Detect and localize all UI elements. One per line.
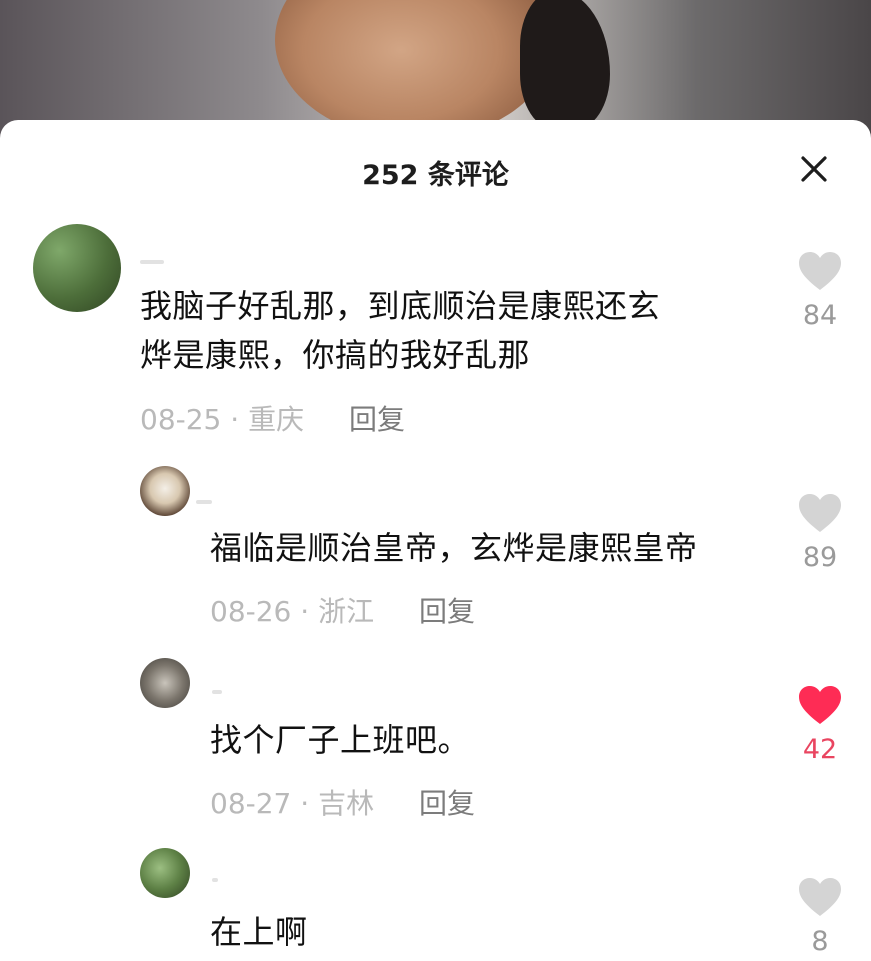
username[interactable] [140, 260, 164, 264]
meta-separator: · [300, 787, 310, 820]
reply-button[interactable]: 回复 [419, 595, 475, 628]
comment-location: 吉林 [318, 787, 375, 820]
comment-location: 重庆 [248, 403, 305, 436]
avatar[interactable] [140, 658, 190, 708]
comment-location: 浙江 [318, 595, 375, 628]
comment-text: 找个厂子上班吧。 [210, 721, 471, 759]
comment-text-line: 烨是康熙，你搞的我好乱那 [140, 336, 531, 374]
avatar[interactable] [140, 848, 190, 898]
avatar[interactable] [33, 224, 121, 312]
comment-date: 08-26 [210, 595, 292, 628]
comment-meta: 08-25 · 重庆 回复 [140, 398, 405, 438]
comment-text: 福临是顺治皇帝，玄烨是康熙皇帝 [210, 529, 698, 567]
like-count: 8 [811, 926, 829, 957]
like-button[interactable]: 8 [790, 876, 850, 957]
comment-text-line: 我脑子好乱那，到底顺治是康熙还玄 [140, 287, 661, 325]
like-button[interactable]: 89 [790, 492, 850, 573]
heart-icon [799, 686, 841, 724]
heart-icon [799, 252, 841, 290]
close-button[interactable] [797, 152, 831, 186]
meta-separator: · [300, 595, 310, 628]
like-count: 89 [802, 542, 838, 573]
comment-date: 08-27 [210, 787, 292, 820]
reply-button[interactable]: 回复 [419, 787, 475, 820]
comment-count-title: 252 条评论 [362, 160, 509, 191]
heart-icon [799, 494, 841, 532]
reply-button[interactable]: 回复 [349, 403, 405, 436]
close-icon [801, 156, 827, 182]
video-person-hair [520, 0, 610, 130]
like-count: 42 [802, 734, 838, 765]
username[interactable] [212, 690, 222, 694]
comment-sheet: 252 条评论 我脑子好乱那，到底顺治是康熙还玄 烨是康熙，你搞的我好乱那 08… [0, 120, 871, 961]
avatar[interactable] [140, 466, 190, 516]
meta-separator: · [230, 403, 240, 436]
comment-meta: 08-27 · 吉林 回复 [210, 782, 475, 822]
comment-date: 08-25 [140, 403, 222, 436]
username[interactable] [196, 500, 212, 504]
comment-text: 在上啊 [210, 913, 308, 951]
username[interactable] [212, 878, 218, 882]
like-button[interactable]: 42 [790, 684, 850, 765]
heart-icon [799, 878, 841, 916]
video-background [0, 0, 871, 140]
comment-text: 我脑子好乱那，到底顺治是康熙还玄 烨是康熙，你搞的我好乱那 [140, 282, 760, 380]
comment-meta: 08-26 · 浙江 回复 [210, 590, 475, 630]
like-button[interactable]: 84 [790, 250, 850, 331]
like-count: 84 [802, 300, 838, 331]
video-person-head [275, 0, 555, 140]
